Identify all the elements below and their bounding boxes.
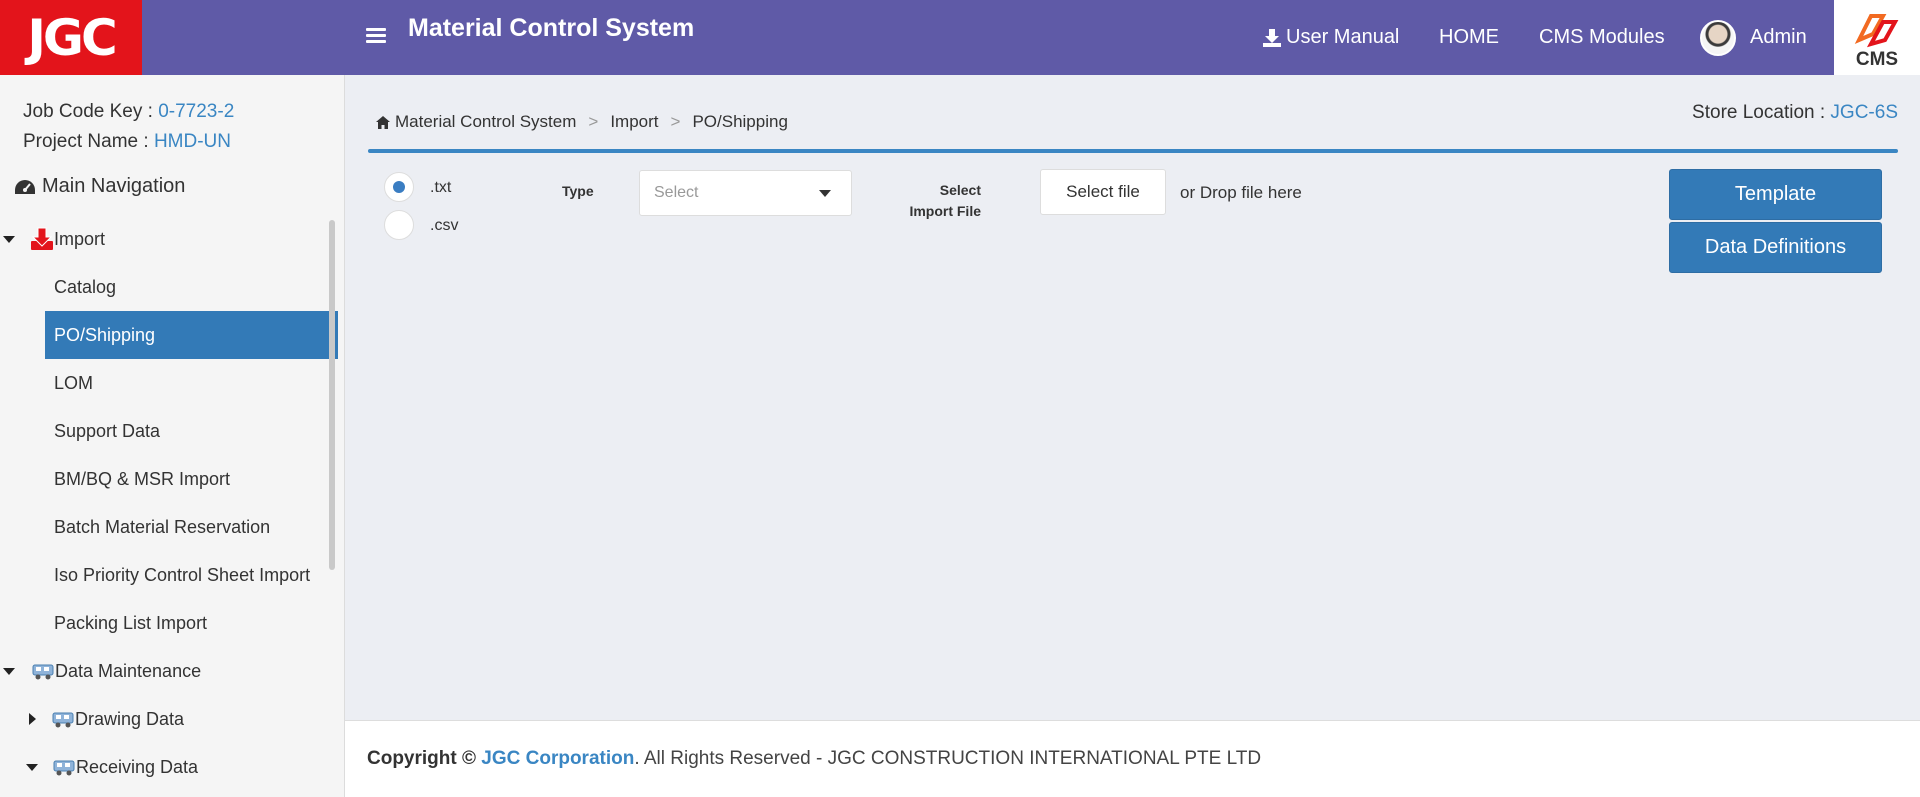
type-select[interactable]: Select	[639, 170, 852, 216]
main-navigation-heading: Main Navigation	[14, 175, 185, 198]
user-name: Admin	[1750, 26, 1807, 48]
drop-zone-text[interactable]: or Drop file here	[1180, 183, 1302, 203]
cms-logo-text: CMS	[1855, 49, 1899, 70]
home-icon	[376, 115, 390, 129]
dashboard-icon	[15, 179, 35, 194]
sidebar-item-po-shipping[interactable]: PO/Shipping	[45, 311, 338, 359]
vehicle-icon	[52, 712, 74, 728]
breadcrumb-item: PO/Shipping	[692, 112, 788, 131]
copyright-text: Copyright © JGC Corporation. All Rights …	[367, 748, 1262, 769]
caret-down-icon	[3, 667, 15, 675]
footer: Copyright © JGC Corporation. All Rights …	[345, 720, 1920, 797]
sidebar-item-catalog[interactable]: Catalog	[45, 263, 338, 311]
job-code-key: Job Code Key : 0-7723-2	[23, 101, 235, 122]
breadcrumb: Material Control System > Import > PO/Sh…	[375, 112, 788, 132]
menu-toggle-icon[interactable]	[366, 28, 386, 44]
cms-logo-icon	[1854, 14, 1899, 48]
cms-modules-link[interactable]: CMS Modules	[1539, 0, 1665, 75]
sidebar-item-batch-material-reservation[interactable]: Batch Material Reservation	[45, 503, 338, 551]
user-manual-link[interactable]: User Manual	[1262, 0, 1399, 75]
home-link[interactable]: HOME	[1439, 0, 1499, 75]
caret-down-icon	[3, 235, 15, 243]
tree-data-maintenance[interactable]: Data Maintenance	[0, 647, 344, 695]
top-navbar: JGC Material Control System User Manual …	[0, 0, 1920, 75]
tree-import[interactable]: Import	[0, 215, 344, 263]
breadcrumb-item[interactable]: Import	[610, 112, 658, 132]
type-label: Type	[562, 183, 594, 199]
select-file-button[interactable]: Select file	[1040, 169, 1166, 215]
import-icon	[31, 227, 53, 250]
sidebar-item-iso-priority-control-sheet-import[interactable]: Iso Priority Control Sheet Import	[45, 551, 338, 599]
sidebar-item-support-data[interactable]: Support Data	[45, 407, 338, 455]
tree-drawing-data[interactable]: Drawing Data	[0, 695, 344, 743]
section-divider	[368, 149, 1898, 153]
data-definitions-button[interactable]: Data Definitions	[1669, 222, 1882, 273]
select-import-file-label: Select Import File	[909, 182, 981, 219]
corp-link[interactable]: JGC Corporation	[481, 748, 634, 769]
jgc-logo[interactable]: JGC	[0, 0, 142, 75]
sidebar-item-bm-bq-msr-import[interactable]: BM/BQ & MSR Import	[45, 455, 338, 503]
radio-csv-label: .csv	[430, 217, 459, 234]
sidebar-scrollbar[interactable]	[329, 220, 335, 570]
avatar	[1700, 19, 1736, 56]
project-name: Project Name : HMD-UN	[23, 131, 231, 152]
caret-down-icon	[26, 763, 38, 771]
user-menu[interactable]: Admin	[1700, 0, 1807, 75]
sidebar: Job Code Key : 0-7723-2 Project Name : H…	[0, 75, 345, 797]
cms-logo[interactable]: CMS	[1834, 0, 1920, 75]
vehicle-icon	[53, 760, 75, 776]
radio-csv[interactable]	[384, 210, 414, 240]
vehicle-icon	[32, 664, 54, 680]
chevron-down-icon	[819, 190, 831, 197]
store-location: Store Location : JGC-6S	[1692, 102, 1898, 123]
sidebar-item-packing-list-import[interactable]: Packing List Import	[45, 599, 338, 647]
caret-right-icon	[29, 713, 36, 725]
radio-txt[interactable]	[384, 172, 414, 202]
radio-txt-label: .txt	[430, 179, 452, 196]
breadcrumb-item[interactable]: Material Control System	[395, 112, 576, 132]
sidebar-item-lom[interactable]: LOM	[45, 359, 338, 407]
template-button[interactable]: Template	[1669, 169, 1882, 220]
download-icon	[1263, 28, 1281, 47]
tree-receiving-data[interactable]: Receiving Data	[0, 743, 344, 791]
app-title: Material Control System	[408, 14, 695, 42]
